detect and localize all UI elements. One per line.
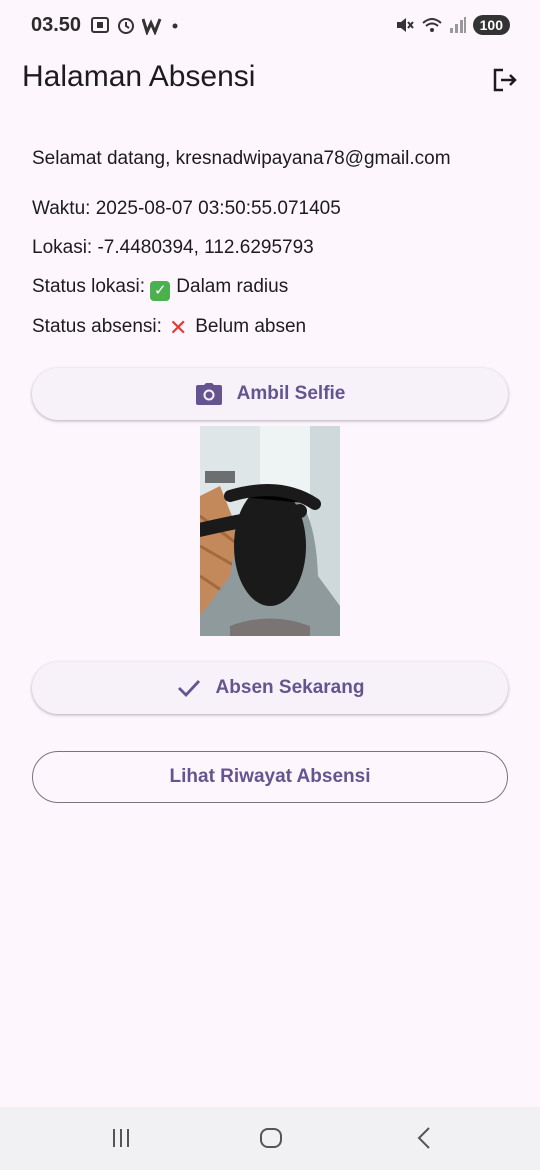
home-icon (260, 1128, 282, 1148)
lokasi-text: Lokasi: -7.4480394, 112.6295793 (32, 237, 314, 258)
mute-icon (396, 18, 414, 32)
status-absensi-value: Belum absen (195, 316, 307, 337)
status-bar: 03.50 100 (0, 0, 540, 52)
signal-icon (449, 17, 466, 33)
logout-icon (493, 68, 517, 92)
selfie-preview (200, 426, 340, 636)
take-selfie-button[interactable]: Ambil Selfie (32, 368, 508, 420)
absen-now-label: Absen Sekarang (215, 677, 365, 698)
recents-button[interactable] (106, 1123, 136, 1153)
home-button[interactable] (256, 1123, 286, 1153)
status-lokasi-value: Dalam radius (176, 276, 289, 297)
take-selfie-label: Ambil Selfie (236, 383, 346, 404)
back-icon (417, 1127, 430, 1149)
app-bar: Halaman Absensi (0, 52, 540, 108)
view-history-button[interactable]: Lihat Riwayat Absensi (32, 751, 508, 803)
status-lokasi: Status lokasi: ✓ Dalam radius (32, 276, 288, 301)
alarm-icon (118, 18, 134, 34)
logout-button[interactable] (484, 60, 524, 100)
recents-icon (113, 1129, 129, 1147)
check-mark-icon: ✓ (150, 281, 171, 301)
screenshot-icon (91, 17, 109, 33)
status-time: 03.50 (31, 14, 82, 36)
w-app-icon (142, 18, 162, 35)
battery-badge: 100 (472, 15, 510, 35)
welcome-text: Selamat datang, kresnadwipayana78@gmail.… (32, 148, 451, 169)
status-absensi-label: Status absensi: (32, 316, 162, 337)
camera-icon (195, 383, 222, 405)
system-nav-bar (0, 1107, 540, 1170)
back-button[interactable] (409, 1123, 439, 1153)
cross-mark-icon: ✕ (168, 315, 188, 340)
page-title: Halaman Absensi (22, 60, 256, 93)
wifi-icon (421, 18, 442, 32)
status-lokasi-label: Status lokasi: (32, 276, 145, 297)
status-right-icons: 100 (395, 15, 510, 35)
absen-now-button[interactable]: Absen Sekarang (32, 662, 508, 714)
status-absensi: Status absensi: ✕ Belum absen (32, 316, 306, 339)
waktu-text: Waktu: 2025-08-07 03:50:55.071405 (32, 198, 341, 219)
status-left-icons (90, 15, 180, 35)
check-icon (177, 680, 200, 698)
dot-icon (172, 23, 178, 29)
view-history-label: Lihat Riwayat Absensi (169, 766, 371, 787)
